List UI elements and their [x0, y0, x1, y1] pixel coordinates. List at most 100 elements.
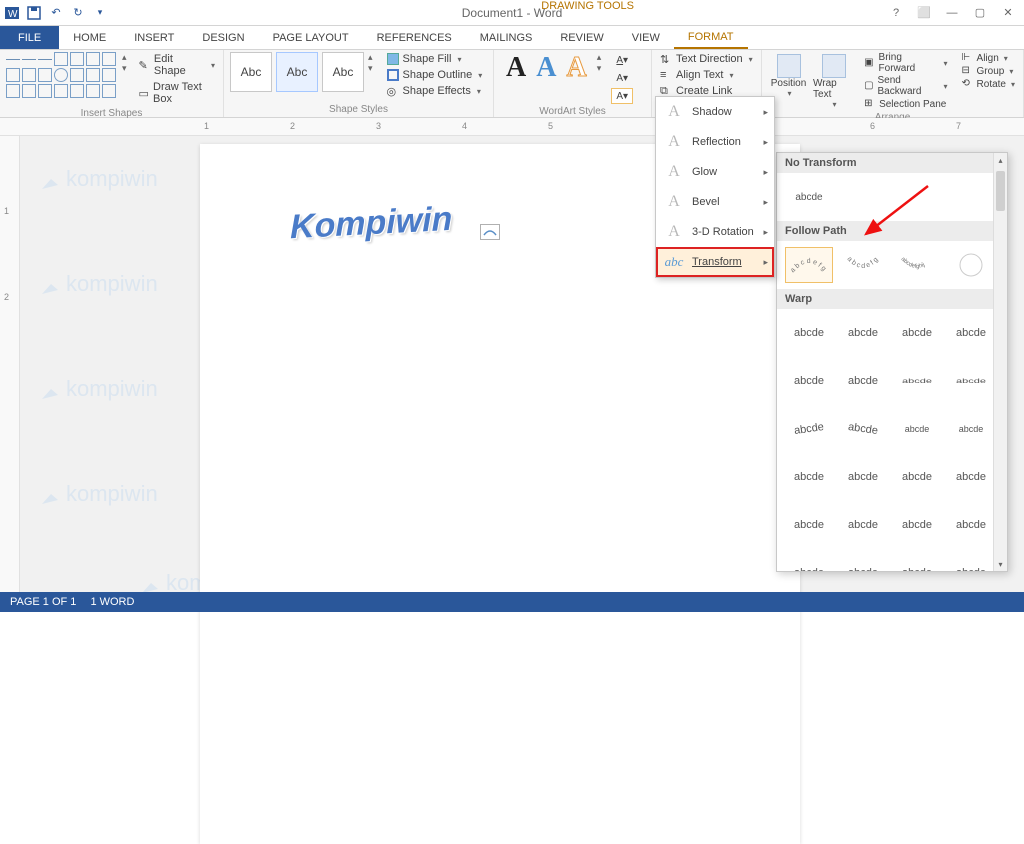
tab-review[interactable]: REVIEW — [546, 26, 617, 49]
ruler-mark: 7 — [956, 121, 961, 131]
tg-warp[interactable]: abcde — [947, 411, 995, 447]
fx-transform[interactable]: abcTransform▸ — [656, 247, 774, 277]
tg-follow-path-4[interactable] — [947, 247, 995, 283]
tg-warp[interactable]: abcde — [893, 555, 941, 572]
bring-forward-button[interactable]: ▣Bring Forward▾ — [862, 52, 949, 74]
tg-follow-path-1[interactable]: a b c d e f g — [785, 247, 833, 283]
edit-shape-button[interactable]: ✎Edit Shape▾ — [137, 52, 217, 78]
tab-view[interactable]: VIEW — [618, 26, 674, 49]
tg-warp[interactable]: abcde — [893, 411, 941, 447]
fx-reflection[interactable]: AReflection▸ — [656, 127, 774, 157]
fx-glow[interactable]: AGlow▸ — [656, 157, 774, 187]
shape-style-3[interactable]: Abc — [322, 52, 364, 92]
shapes-gallery[interactable] — [6, 52, 116, 98]
close-icon[interactable]: ✕ — [996, 4, 1020, 22]
text-effects-button[interactable]: A▾ — [611, 88, 633, 104]
align-button[interactable]: ⊩Align▾ — [960, 52, 1017, 64]
scroll-down-icon[interactable]: ▾ — [994, 557, 1007, 571]
wordart-style-2[interactable]: A — [536, 52, 556, 84]
qat-customize-icon[interactable]: ▾ — [92, 5, 108, 21]
tg-warp[interactable]: abcde — [947, 555, 995, 572]
minimize-icon[interactable]: — — [940, 4, 964, 22]
shape-style-1[interactable]: Abc — [230, 52, 272, 92]
layout-options-button[interactable] — [480, 224, 500, 240]
tg-warp[interactable]: abcde — [785, 315, 833, 351]
status-page[interactable]: PAGE 1 OF 1 — [10, 596, 76, 608]
ruler-horizontal[interactable]: 1 2 3 4 5 6 7 — [0, 118, 1024, 136]
ribbon-options-icon[interactable]: ⬜ — [912, 4, 936, 22]
selection-pane-icon: ⊞ — [864, 98, 876, 110]
tg-warp[interactable]: abcde — [839, 411, 887, 447]
group-button[interactable]: ⊟Group▾ — [960, 65, 1017, 77]
tab-mailings[interactable]: MAILINGS — [466, 26, 547, 49]
tg-warp[interactable]: abcde — [893, 363, 941, 399]
tg-warp[interactable]: abcde — [947, 315, 995, 351]
tab-design[interactable]: DESIGN — [188, 26, 258, 49]
send-backward-button[interactable]: ▢Send Backward▾ — [862, 75, 949, 97]
tg-warp[interactable]: abcde — [785, 411, 833, 447]
wrap-text-button[interactable]: Wrap Text▾ — [813, 52, 854, 109]
tab-home[interactable]: HOME — [59, 26, 120, 49]
tg-warp[interactable]: abcde — [785, 555, 833, 572]
fx-shadow[interactable]: AShadow▸ — [656, 97, 774, 127]
selection-pane-button[interactable]: ⊞Selection Pane — [862, 98, 949, 110]
tg-warp[interactable]: abcde — [839, 459, 887, 495]
wordart-object[interactable]: Kompiwin — [290, 200, 453, 248]
help-icon[interactable]: ? — [884, 4, 908, 22]
text-outline-button[interactable]: A▾ — [611, 70, 633, 86]
fx-3d-rotation[interactable]: A3-D Rotation▸ — [656, 217, 774, 247]
save-icon[interactable] — [26, 5, 42, 21]
tg-follow-path-3[interactable]: abcdefghij — [893, 247, 941, 283]
tg-header-warp: Warp — [777, 289, 1007, 309]
position-icon — [777, 54, 801, 78]
tg-warp[interactable]: abcde — [839, 315, 887, 351]
tg-warp[interactable]: abcde — [947, 363, 995, 399]
ruler-vertical[interactable]: 1 2 — [0, 136, 20, 600]
tg-warp[interactable]: abcde — [839, 507, 887, 543]
tg-warp[interactable]: abcde — [893, 459, 941, 495]
tg-no-transform[interactable]: abcde — [785, 179, 833, 215]
shape-outline-button[interactable]: Shape Outline▾ — [385, 68, 485, 82]
tg-warp[interactable]: abcde — [785, 459, 833, 495]
tab-page-layout[interactable]: PAGE LAYOUT — [259, 26, 363, 49]
tg-warp[interactable]: abcde — [785, 507, 833, 543]
group-shape-styles: Abc Abc Abc ▴▾ Shape Fill▾ Shape Outline… — [224, 50, 494, 117]
wordart-gallery[interactable]: A A A — [500, 52, 593, 84]
maximize-icon[interactable]: ▢ — [968, 4, 992, 22]
tg-warp[interactable]: abcde — [839, 555, 887, 572]
align-text-button[interactable]: ≡Align Text▾ — [658, 68, 755, 82]
tab-format[interactable]: FORMAT — [674, 26, 748, 49]
tg-follow-path-2[interactable]: a b c d e f g — [839, 247, 887, 283]
redo-icon[interactable]: ↻ — [70, 5, 86, 21]
shape-style-gallery[interactable]: Abc Abc Abc — [230, 52, 364, 92]
shape-style-2[interactable]: Abc — [276, 52, 318, 92]
undo-icon[interactable]: ↶ — [48, 5, 64, 21]
edit-shape-label: Edit Shape — [154, 53, 205, 77]
rotate-button[interactable]: ⟲Rotate▾ — [960, 78, 1017, 90]
tab-file[interactable]: FILE — [0, 26, 59, 49]
text-direction-label: Text Direction — [676, 53, 743, 65]
outline-icon — [387, 69, 399, 81]
text-direction-button[interactable]: ⇅Text Direction▾ — [658, 52, 755, 66]
tab-references[interactable]: REFERENCES — [363, 26, 466, 49]
tg-warp[interactable]: abcde — [947, 459, 995, 495]
tg-warp[interactable]: abcde — [947, 507, 995, 543]
shape-effects-button[interactable]: ◎Shape Effects▾ — [385, 84, 485, 98]
scroll-up-icon[interactable]: ▴ — [994, 153, 1007, 167]
tg-warp[interactable]: abcde — [893, 507, 941, 543]
text-direction-icon: ⇅ — [660, 53, 672, 65]
tg-warp[interactable]: abcde — [785, 363, 833, 399]
tg-scrollbar[interactable]: ▴ ▾ — [993, 153, 1007, 571]
scroll-thumb[interactable] — [996, 171, 1005, 211]
draw-text-box-button[interactable]: ▭Draw Text Box — [137, 80, 217, 106]
shape-fill-button[interactable]: Shape Fill▾ — [385, 52, 485, 66]
text-fill-button[interactable]: A▾ — [611, 52, 633, 68]
position-button[interactable]: Position▾ — [768, 52, 809, 98]
status-words[interactable]: 1 WORD — [90, 596, 134, 608]
tg-warp[interactable]: abcde — [839, 363, 887, 399]
fx-bevel[interactable]: ABevel▸ — [656, 187, 774, 217]
wordart-style-3[interactable]: A — [566, 52, 586, 84]
tab-insert[interactable]: INSERT — [120, 26, 188, 49]
tg-warp[interactable]: abcde — [893, 315, 941, 351]
wordart-style-1[interactable]: A — [506, 52, 526, 84]
